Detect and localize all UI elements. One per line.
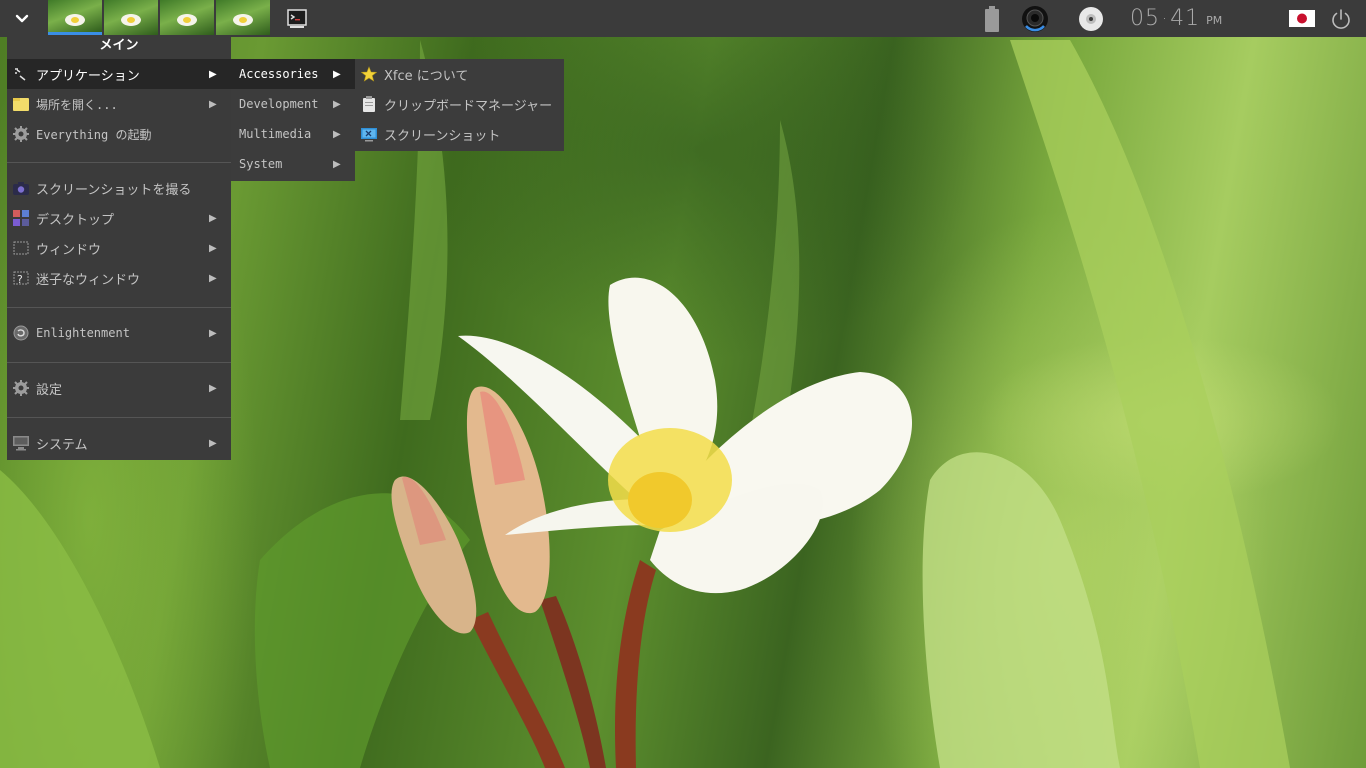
clipboard-icon	[361, 96, 377, 112]
accessories-submenu: Xfce について クリップボードマネージャー スクリーンショット	[355, 59, 564, 151]
keyboard-layout-indicator[interactable]	[1288, 0, 1316, 37]
menu-item-label: 迷子なウィンドウ	[36, 272, 141, 288]
main-menu: メイン アプリケーション ▶ 場所を開く... ▶ Everything の起動…	[7, 37, 231, 460]
flower-thumbnail-icon	[65, 14, 85, 26]
submenu-arrow-icon: ▶	[209, 68, 217, 80]
menu-item-label: System	[239, 157, 283, 171]
submenu-arrow-icon: ▶	[333, 158, 341, 170]
workspace-pager-3[interactable]	[160, 0, 214, 35]
workspace-pager-2[interactable]	[104, 0, 158, 35]
battery-indicator[interactable]	[982, 0, 1002, 37]
menu-item-lost-windows[interactable]: ? 迷子なウィンドウ ▶	[7, 263, 231, 293]
star-icon	[361, 66, 377, 82]
menu-item-label: デスクトップ	[36, 212, 115, 228]
menu-item-system-apps[interactable]: System ▶	[231, 149, 355, 179]
menu-item-windows[interactable]: ウィンドウ ▶	[7, 233, 231, 263]
submenu-arrow-icon: ▶	[333, 128, 341, 140]
menu-item-label: Xfce について	[384, 68, 469, 84]
menu-item-multimedia[interactable]: Multimedia ▶	[231, 119, 355, 149]
submenu-arrow-icon: ▶	[209, 212, 217, 224]
workspace-pager-1[interactable]	[48, 0, 102, 35]
menu-item-enlightenment[interactable]: Enlightenment ▶	[7, 318, 231, 348]
taskbar-terminal-button[interactable]	[284, 0, 310, 37]
settings-gear-icon	[13, 380, 29, 396]
clock-ampm: PM	[1206, 14, 1223, 27]
menu-item-system[interactable]: システム ▶	[7, 428, 231, 458]
power-button[interactable]	[1326, 0, 1356, 37]
menu-item-label: Multimedia	[239, 127, 312, 141]
menu-item-label: システム	[36, 437, 88, 453]
menu-item-label: 場所を開く...	[36, 97, 118, 112]
menu-item-development[interactable]: Development ▶	[231, 89, 355, 119]
clock-hours: 05	[1130, 6, 1160, 31]
power-icon	[1332, 8, 1350, 29]
workspace-pager-4[interactable]	[216, 0, 270, 35]
menu-item-label: Accessories	[239, 67, 319, 81]
flower-thumbnail-icon	[233, 14, 253, 26]
terminal-icon	[287, 8, 307, 28]
submenu-arrow-icon: ▶	[209, 382, 217, 394]
menu-separator	[7, 162, 231, 163]
menu-item-applications[interactable]: アプリケーション ▶	[7, 59, 231, 89]
chevron-down-icon	[15, 14, 29, 22]
submenu-arrow-icon: ▶	[209, 98, 217, 110]
japan-flag-icon	[1289, 10, 1315, 27]
menu-item-everything-launcher[interactable]: Everything の起動	[7, 119, 231, 149]
applications-submenu: Accessories ▶ Development ▶ Multimedia ▶…	[231, 59, 355, 181]
menu-item-label: Enlightenment	[36, 326, 130, 340]
enlightenment-icon	[13, 325, 29, 341]
menu-separator	[7, 307, 231, 308]
panel-clock[interactable]: 05 · 41 PM	[1130, 0, 1222, 37]
battery-icon	[985, 5, 999, 32]
menu-item-take-screenshot[interactable]: スクリーンショットを撮る	[7, 173, 231, 203]
menu-item-label: スクリーンショットを撮る	[36, 182, 192, 198]
menu-separator	[7, 362, 231, 363]
submenu-arrow-icon: ▶	[209, 327, 217, 339]
gear-icon	[13, 126, 29, 142]
media-indicator[interactable]	[1076, 0, 1106, 37]
menu-item-clipboard-manager[interactable]: クリップボードマネージャー	[355, 89, 564, 119]
webcam-indicator[interactable]	[1018, 0, 1052, 37]
menu-item-label: アプリケーション	[36, 68, 140, 84]
main-menu-button[interactable]	[6, 0, 38, 37]
lost-window-icon: ?	[13, 270, 29, 286]
screenshot-icon	[361, 126, 377, 142]
submenu-arrow-icon: ▶	[333, 98, 341, 110]
submenu-arrow-icon: ▶	[209, 242, 217, 254]
submenu-arrow-icon: ▶	[333, 68, 341, 80]
folder-icon	[13, 96, 29, 112]
menu-item-screenshot-app[interactable]: スクリーンショット	[355, 119, 564, 149]
clock-minutes: 41	[1170, 6, 1201, 31]
submenu-arrow-icon: ▶	[209, 437, 217, 449]
applications-icon	[13, 66, 29, 82]
disc-icon	[1079, 6, 1103, 31]
menu-item-label: 設定	[36, 382, 63, 398]
menu-item-label: Development	[239, 97, 319, 111]
menu-item-settings[interactable]: 設定 ▶	[7, 373, 231, 403]
flower-thumbnail-icon	[177, 14, 197, 26]
window-icon	[13, 240, 29, 256]
submenu-arrow-icon: ▶	[209, 272, 217, 284]
menu-item-label: Everything の起動	[36, 127, 152, 142]
menu-item-label: スクリーンショット	[384, 128, 501, 144]
menu-item-about-xfce[interactable]: Xfce について	[355, 59, 564, 89]
monitor-icon	[13, 435, 29, 451]
menu-item-accessories[interactable]: Accessories ▶	[231, 59, 355, 89]
flower-thumbnail-icon	[121, 14, 141, 26]
camera-icon	[13, 180, 29, 196]
camera-icon	[1022, 5, 1048, 32]
menu-item-label: ウィンドウ	[36, 242, 102, 258]
clock-separator: ·	[1162, 9, 1169, 28]
menu-item-open-places[interactable]: 場所を開く... ▶	[7, 89, 231, 119]
menu-item-label: クリップボードマネージャー	[384, 98, 553, 114]
desktop-icon	[13, 210, 29, 226]
top-panel: 05 · 41 PM	[0, 0, 1366, 37]
menu-separator	[7, 417, 231, 418]
menu-item-desktop[interactable]: デスクトップ ▶	[7, 203, 231, 233]
main-menu-title: メイン	[99, 38, 139, 53]
svg-text:?: ?	[17, 273, 23, 286]
